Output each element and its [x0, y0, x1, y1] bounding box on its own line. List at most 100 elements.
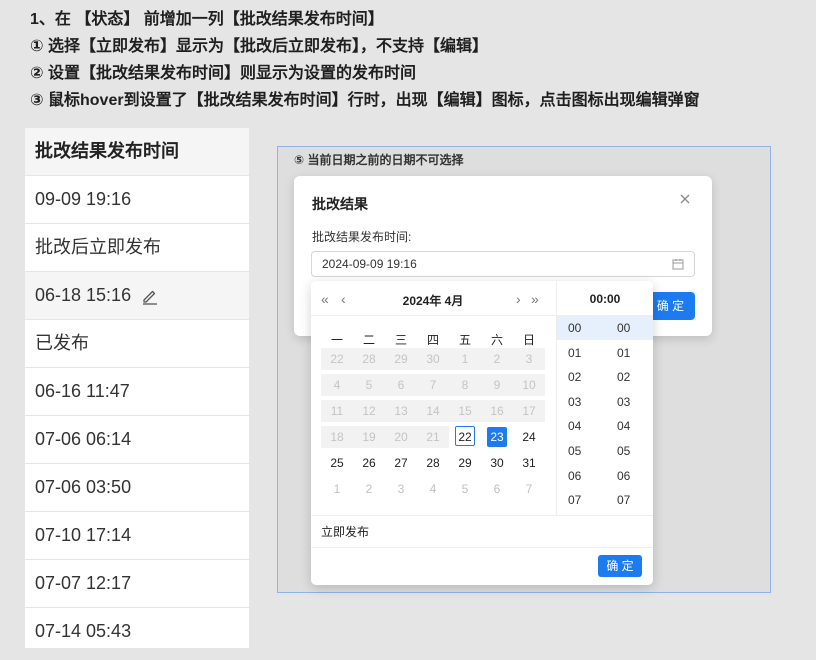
- table-row: 06-16 11:47: [25, 368, 249, 416]
- day-cell-next-month[interactable]: 2: [353, 478, 385, 500]
- cell-text: 07-06 06:14: [35, 429, 132, 449]
- day-cell[interactable]: 29: [449, 452, 481, 474]
- weekday: 日: [522, 333, 535, 347]
- table-row: 07-07 12:17: [25, 560, 249, 608]
- minute-option[interactable]: 04: [617, 414, 665, 439]
- cell-text: 批改后立即发布: [35, 237, 161, 257]
- cell-text: 07-06 03:50: [35, 477, 132, 497]
- field-label: 批改结果发布时间:: [312, 230, 412, 244]
- minute-option[interactable]: 06: [617, 464, 665, 489]
- day-cell-selected[interactable]: 23: [481, 426, 513, 448]
- publish-time-input[interactable]: 2024-09-09 19:16: [311, 251, 695, 277]
- month-title: 2024年 4月: [402, 294, 464, 308]
- day-cell-today[interactable]: 22: [449, 426, 481, 448]
- day-cell-disabled: 9: [481, 374, 513, 396]
- weekday: 四: [426, 333, 439, 347]
- publish-now-link[interactable]: 立即发布: [321, 523, 369, 540]
- week-row: 18 19 20 21 22 23 24: [321, 426, 545, 448]
- day-cell[interactable]: 28: [417, 452, 449, 474]
- date-time-picker: « ‹ › » 2024年 4月 一 二 三 四 五 六 日 22 28 29 …: [311, 281, 653, 585]
- table-row: 07-14 05:43: [25, 608, 249, 655]
- calendar-icon: [672, 259, 684, 270]
- week-row: 11 12 13 14 15 16 17: [321, 400, 545, 422]
- cell-text: 09-09 19:16: [35, 189, 132, 209]
- cell-text: 已发布: [35, 333, 89, 353]
- minute-option[interactable]: 01: [617, 341, 665, 366]
- day-cell-disabled: 12: [353, 400, 385, 422]
- weekday-header: 一 二 三 四 五 六 日: [321, 331, 545, 348]
- weekday: 五: [458, 333, 471, 347]
- close-icon[interactable]: [678, 192, 692, 206]
- minute-option[interactable]: 07: [617, 488, 665, 513]
- day-cell-disabled: 16: [481, 400, 513, 422]
- minute-column[interactable]: 00 01 02 03 04 05 06 07: [617, 316, 665, 513]
- minute-option[interactable]: 05: [617, 439, 665, 464]
- day-cell-disabled: 14: [417, 400, 449, 422]
- weekday: 一: [330, 333, 343, 347]
- day-cell-disabled: 17: [513, 400, 545, 422]
- weekday: 二: [362, 333, 375, 347]
- note-3: ② 设置【批改结果发布时间】则显示为设置的发布时间: [30, 65, 416, 82]
- day-cell[interactable]: 26: [353, 452, 385, 474]
- day-cell-disabled: 7: [417, 374, 449, 396]
- picker-confirm-button[interactable]: 确 定: [598, 555, 642, 577]
- hour-option[interactable]: 06: [568, 464, 616, 489]
- requirement-notes: 1、在 【状态】 前增加一列【批改结果发布时间】 ① 选择【立即发布】显示为【批…: [30, 10, 700, 118]
- minute-option[interactable]: 03: [617, 390, 665, 415]
- hour-option[interactable]: 01: [568, 341, 616, 366]
- day-cell[interactable]: 27: [385, 452, 417, 474]
- day-cell-disabled: 3: [513, 348, 545, 370]
- hour-option[interactable]: 02: [568, 365, 616, 390]
- edit-modal-demo: ⑤ 当前日期之前的日期不可选择 批改结果 批改结果发布时间: 2024-09-0…: [277, 146, 771, 593]
- hour-option[interactable]: 05: [568, 439, 616, 464]
- day-cell-next-month[interactable]: 3: [385, 478, 417, 500]
- day-cell-disabled: 21: [417, 426, 449, 448]
- input-value: 2024-09-09 19:16: [322, 257, 417, 271]
- week-row: 1 2 3 4 5 6 7: [321, 478, 545, 500]
- day-cell-disabled: 30: [417, 348, 449, 370]
- day-cell-next-month[interactable]: 4: [417, 478, 449, 500]
- weekday: 六: [490, 333, 503, 347]
- divider: [311, 315, 556, 316]
- divider: [311, 515, 653, 516]
- day-grid: 22 28 29 30 1 2 3 4 5 6 7 8 9 10 11 12 1…: [321, 348, 545, 504]
- week-row: 22 28 29 30 1 2 3: [321, 348, 545, 370]
- day-cell-disabled: 18: [321, 426, 353, 448]
- note-4: ③ 鼠标hover到设置了【批改结果发布时间】行时，出现【编辑】图标，点击图标出…: [30, 92, 700, 109]
- hour-option[interactable]: 04: [568, 414, 616, 439]
- minute-option[interactable]: 02: [617, 365, 665, 390]
- day-cell-disabled: 6: [385, 374, 417, 396]
- day-cell-disabled: 20: [385, 426, 417, 448]
- day-cell[interactable]: 25: [321, 452, 353, 474]
- day-cell[interactable]: 31: [513, 452, 545, 474]
- week-row: 4 5 6 7 8 9 10: [321, 374, 545, 396]
- day-cell-next-month[interactable]: 7: [513, 478, 545, 500]
- day-cell[interactable]: 24: [513, 426, 545, 448]
- week-row: 25 26 27 28 29 30 31: [321, 452, 545, 474]
- hour-option[interactable]: 07: [568, 488, 616, 513]
- day-cell-disabled: 5: [353, 374, 385, 396]
- minute-option[interactable]: 00: [617, 316, 665, 341]
- day-cell-next-month[interactable]: 5: [449, 478, 481, 500]
- day-cell-disabled: 1: [449, 348, 481, 370]
- day-cell-next-month[interactable]: 1: [321, 478, 353, 500]
- day-cell-disabled: 10: [513, 374, 545, 396]
- note-2: ① 选择【立即发布】显示为【批改后立即发布】，不支持【编辑】: [30, 38, 488, 55]
- table-row: 09-09 19:16: [25, 176, 249, 224]
- day-cell-disabled: 13: [385, 400, 417, 422]
- hour-column[interactable]: 00 01 02 03 04 05 06 07: [568, 316, 616, 513]
- modal-title: 批改结果: [312, 196, 368, 212]
- day-cell-disabled: 11: [321, 400, 353, 422]
- day-cell-disabled: 15: [449, 400, 481, 422]
- day-cell-disabled: 19: [353, 426, 385, 448]
- edit-icon[interactable]: [141, 287, 159, 305]
- day-cell-next-month[interactable]: 6: [481, 478, 513, 500]
- hour-option[interactable]: 03: [568, 390, 616, 415]
- day-cell-disabled: 22: [321, 348, 353, 370]
- day-cell[interactable]: 30: [481, 452, 513, 474]
- demo-note: ⑤ 当前日期之前的日期不可选择: [294, 153, 464, 167]
- day-cell-disabled: 2: [481, 348, 513, 370]
- day-cell-disabled: 8: [449, 374, 481, 396]
- hour-option[interactable]: 00: [568, 316, 616, 341]
- divider: [311, 547, 653, 548]
